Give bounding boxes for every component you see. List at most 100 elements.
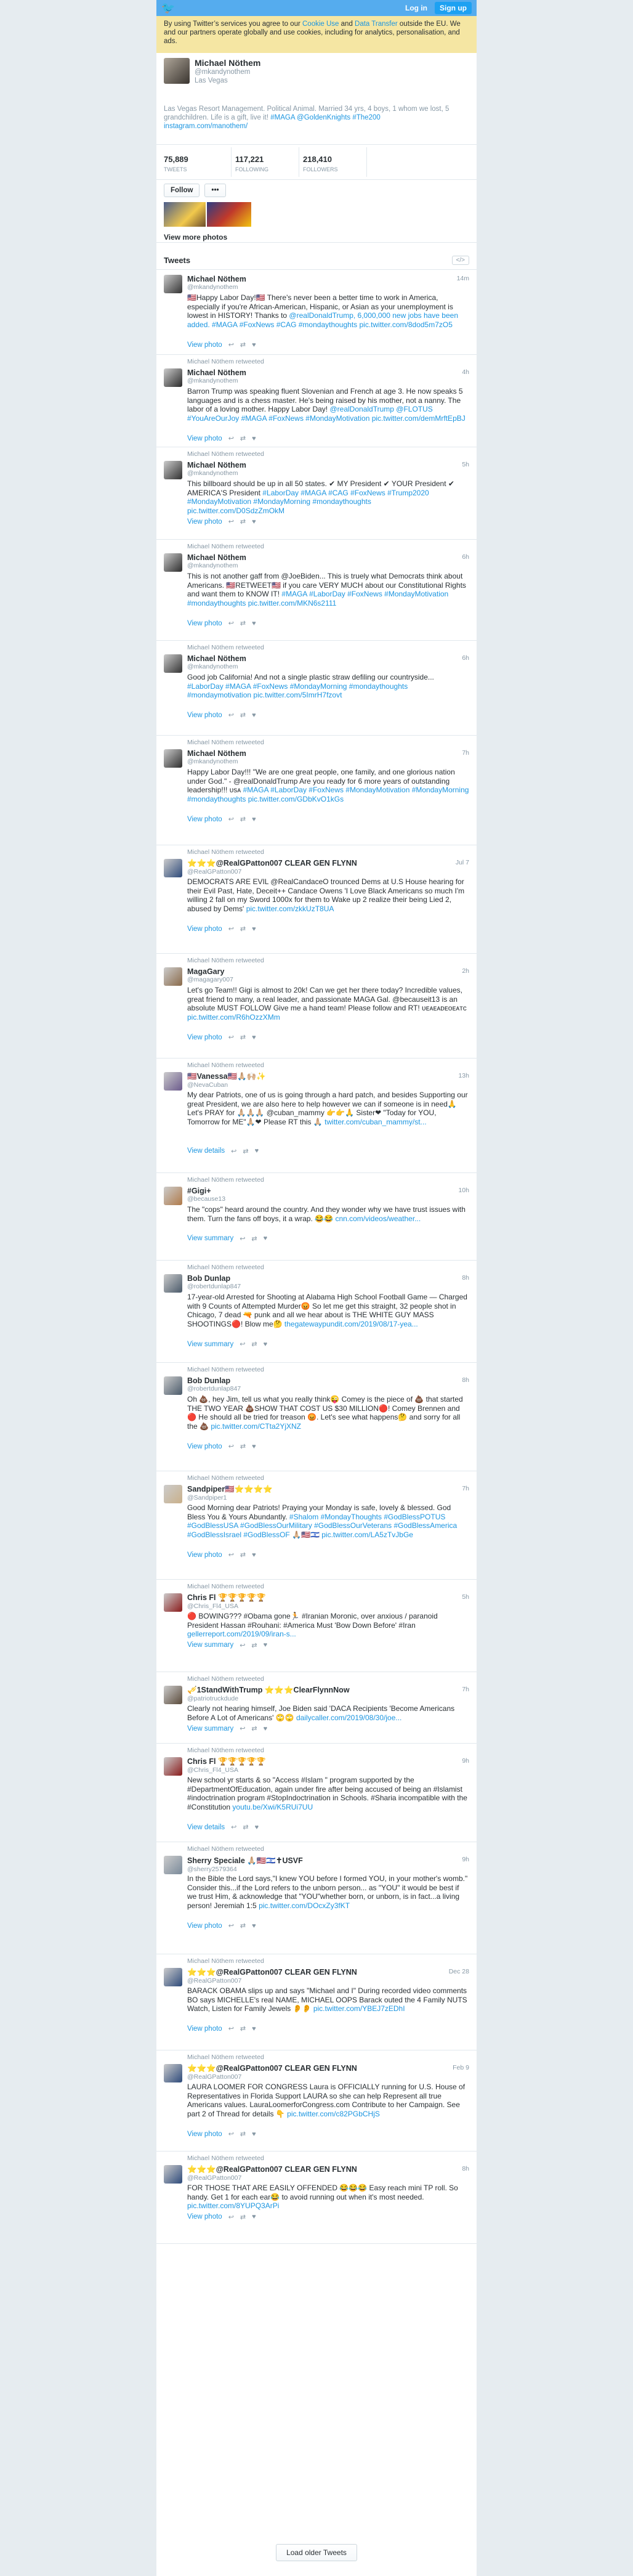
tweet-media-link[interactable]: View details bbox=[187, 1824, 225, 1831]
reply-icon[interactable]: ↩ bbox=[228, 434, 234, 442]
tweet-author-name[interactable]: ⭐⭐⭐@RealGPatton007 CLEAR GEN FLYNN bbox=[187, 1968, 469, 1977]
tweet-author-name[interactable]: Bob Dunlap bbox=[187, 1274, 469, 1283]
tweet[interactable]: Michael Nöthem retweeted ⭐⭐⭐@RealGPatton0… bbox=[156, 1954, 477, 2050]
tweet-author-name[interactable]: Michael Nöthem bbox=[187, 368, 469, 377]
tweet-author-name[interactable]: 🇺🇸Vanessa🇺🇸🙏🏼🙌🏼✨ bbox=[187, 1072, 469, 1081]
reply-icon[interactable]: ↩ bbox=[231, 1147, 236, 1155]
tweet-avatar[interactable] bbox=[164, 1856, 182, 1874]
like-icon[interactable]: ♥ bbox=[255, 1147, 259, 1155]
like-icon[interactable]: ♥ bbox=[252, 2025, 256, 2033]
tweet[interactable]: Michael Nöthem retweeted Michael Nöthem @m… bbox=[156, 736, 477, 845]
tweet-author-handle[interactable]: @robertdunlap847 bbox=[187, 1385, 469, 1392]
retweet-icon[interactable]: ⇄ bbox=[240, 1033, 246, 1041]
tweet-media-link[interactable]: View photo bbox=[187, 2025, 222, 2033]
tweet-avatar[interactable] bbox=[164, 859, 182, 877]
reply-icon[interactable]: ↩ bbox=[231, 1823, 236, 1831]
tweet-author-handle[interactable]: @mkandynothem bbox=[187, 283, 469, 291]
retweet-icon[interactable]: ⇄ bbox=[243, 1823, 248, 1831]
tweet-author-handle[interactable]: @RealGPatton007 bbox=[187, 1977, 469, 1985]
like-icon[interactable]: ♥ bbox=[252, 620, 256, 627]
tweet-author-handle[interactable]: @RealGPatton007 bbox=[187, 2073, 469, 2081]
tweet-author-name[interactable]: Michael Nöthem bbox=[187, 654, 469, 663]
more-options-button[interactable]: ••• bbox=[204, 184, 226, 197]
reply-icon[interactable]: ↩ bbox=[228, 2213, 234, 2221]
reply-icon[interactable]: ↩ bbox=[240, 1340, 245, 1348]
follow-button[interactable]: Follow bbox=[164, 184, 200, 197]
reply-icon[interactable]: ↩ bbox=[228, 815, 234, 823]
tweet-avatar[interactable] bbox=[164, 553, 182, 572]
tweet-media-link[interactable]: View photo bbox=[187, 1034, 222, 1041]
tweet-media-link[interactable]: View details bbox=[187, 1147, 225, 1155]
like-icon[interactable]: ♥ bbox=[264, 1641, 268, 1649]
tweet-author-handle[interactable]: @mkandynothem bbox=[187, 562, 469, 569]
like-icon[interactable]: ♥ bbox=[252, 1551, 256, 1559]
retweet-icon[interactable]: ⇄ bbox=[251, 1340, 257, 1348]
tweet-author-name[interactable]: Michael Nöthem bbox=[187, 275, 469, 283]
reply-icon[interactable]: ↩ bbox=[240, 1641, 245, 1649]
tweet-author-name[interactable]: Chris Fl 🏆🏆🏆🏆🏆 bbox=[187, 1593, 469, 1603]
tweet-avatar[interactable] bbox=[164, 1757, 182, 1776]
profile-avatar[interactable] bbox=[164, 58, 190, 84]
tweet-avatar[interactable] bbox=[164, 1485, 182, 1503]
tweet-author-name[interactable]: MagaGary bbox=[187, 967, 469, 976]
tweet[interactable]: Michael Nöthem retweeted Bob Dunlap @rober… bbox=[156, 1363, 477, 1471]
tweet-avatar[interactable] bbox=[164, 1593, 182, 1612]
tweet-media-link[interactable]: View photo bbox=[187, 712, 222, 719]
tweet-author-handle[interactable]: @mkandynothem bbox=[187, 377, 469, 384]
retweet-icon[interactable]: ⇄ bbox=[240, 2130, 246, 2138]
tweet-media-link[interactable]: View photo bbox=[187, 620, 222, 627]
retweet-icon[interactable]: ⇄ bbox=[240, 341, 246, 349]
like-icon[interactable]: ♥ bbox=[252, 2213, 256, 2220]
tweet-time[interactable]: 8h bbox=[462, 1376, 469, 1384]
tweet-author-name[interactable]: Michael Nöthem bbox=[187, 461, 469, 469]
like-icon[interactable]: ♥ bbox=[264, 1341, 268, 1348]
tweet-avatar[interactable] bbox=[164, 2165, 182, 2184]
tweet[interactable]: Michael Nöthem retweeted Chris Fl 🏆🏆🏆🏆🏆 @C… bbox=[156, 1744, 477, 1842]
retweet-icon[interactable]: ⇄ bbox=[240, 619, 246, 627]
tweet[interactable]: Michael Nöthem retweeted ⭐⭐⭐@RealGPatton0… bbox=[156, 845, 477, 954]
retweet-icon[interactable]: ⇄ bbox=[240, 434, 246, 442]
reply-icon[interactable]: ↩ bbox=[228, 619, 234, 627]
reply-icon[interactable]: ↩ bbox=[228, 518, 234, 526]
reply-icon[interactable]: ↩ bbox=[228, 925, 234, 933]
tweet-time[interactable]: 5h bbox=[462, 461, 469, 468]
tweet-time[interactable]: 8h bbox=[462, 1274, 469, 1282]
tweet[interactable]: Michael Nöthem retweeted ⭐⭐⭐@RealGPatton0… bbox=[156, 2151, 477, 2244]
reply-icon[interactable]: ↩ bbox=[228, 711, 234, 719]
tweet[interactable]: Michael Nöthem @mkandynothem 14m 🇺🇸Happy La… bbox=[156, 270, 477, 355]
tweet-time[interactable]: 9h bbox=[462, 1757, 469, 1765]
tweet-author-handle[interactable]: @mkandynothem bbox=[187, 469, 469, 477]
tweet-media-link[interactable]: View photo bbox=[187, 1443, 222, 1450]
retweet-icon[interactable]: ⇄ bbox=[240, 1442, 246, 1450]
tweet-time[interactable]: 6h bbox=[462, 553, 469, 561]
tweet-time[interactable]: 7h bbox=[462, 749, 469, 757]
tweet-avatar[interactable] bbox=[164, 275, 182, 293]
tweet[interactable]: Michael Nöthem retweeted Sherry Speciale … bbox=[156, 1842, 477, 1954]
tweet-media-link[interactable]: View summary bbox=[187, 1725, 233, 1733]
tweet-avatar[interactable] bbox=[164, 1072, 182, 1091]
tweet-author-handle[interactable]: @because13 bbox=[187, 1195, 469, 1203]
tweet-author-name[interactable]: Chris Fl 🏆🏆🏆🏆🏆 bbox=[187, 1757, 469, 1766]
tweet-author-handle[interactable]: @magagary007 bbox=[187, 976, 469, 983]
tweet-time[interactable]: 4h bbox=[462, 368, 469, 376]
tweet-avatar[interactable] bbox=[164, 654, 182, 673]
tweet-avatar[interactable] bbox=[164, 1187, 182, 1205]
tweet-time[interactable]: 7h bbox=[462, 1686, 469, 1693]
twitter-bird-icon[interactable]: 🐦 bbox=[161, 2, 175, 15]
stat-following[interactable]: 117,221 FOLLOWING bbox=[232, 147, 299, 177]
tweet-time[interactable]: 5h bbox=[462, 1593, 469, 1601]
tweet-media-link[interactable]: View photo bbox=[187, 2213, 222, 2220]
retweet-icon[interactable]: ⇄ bbox=[243, 1147, 248, 1155]
signup-button[interactable]: Sign up bbox=[435, 2, 472, 14]
tweet-avatar[interactable] bbox=[164, 368, 182, 387]
tweet-author-handle[interactable]: @robertdunlap847 bbox=[187, 1283, 469, 1290]
reply-icon[interactable]: ↩ bbox=[240, 1725, 245, 1733]
like-icon[interactable]: ♥ bbox=[252, 925, 256, 933]
tweet[interactable]: Michael Nöthem retweeted Michael Nöthem @m… bbox=[156, 540, 477, 641]
login-link[interactable]: Log in bbox=[400, 2, 432, 14]
tweet-time[interactable]: 2h bbox=[462, 967, 469, 975]
tweet-media-link[interactable]: View photo bbox=[187, 2131, 222, 2138]
tweet[interactable]: Michael Nöthem retweeted 🎺1StandWithTrump… bbox=[156, 1672, 477, 1744]
like-icon[interactable]: ♥ bbox=[264, 1725, 268, 1733]
retweet-icon[interactable]: ⇄ bbox=[240, 2213, 246, 2221]
